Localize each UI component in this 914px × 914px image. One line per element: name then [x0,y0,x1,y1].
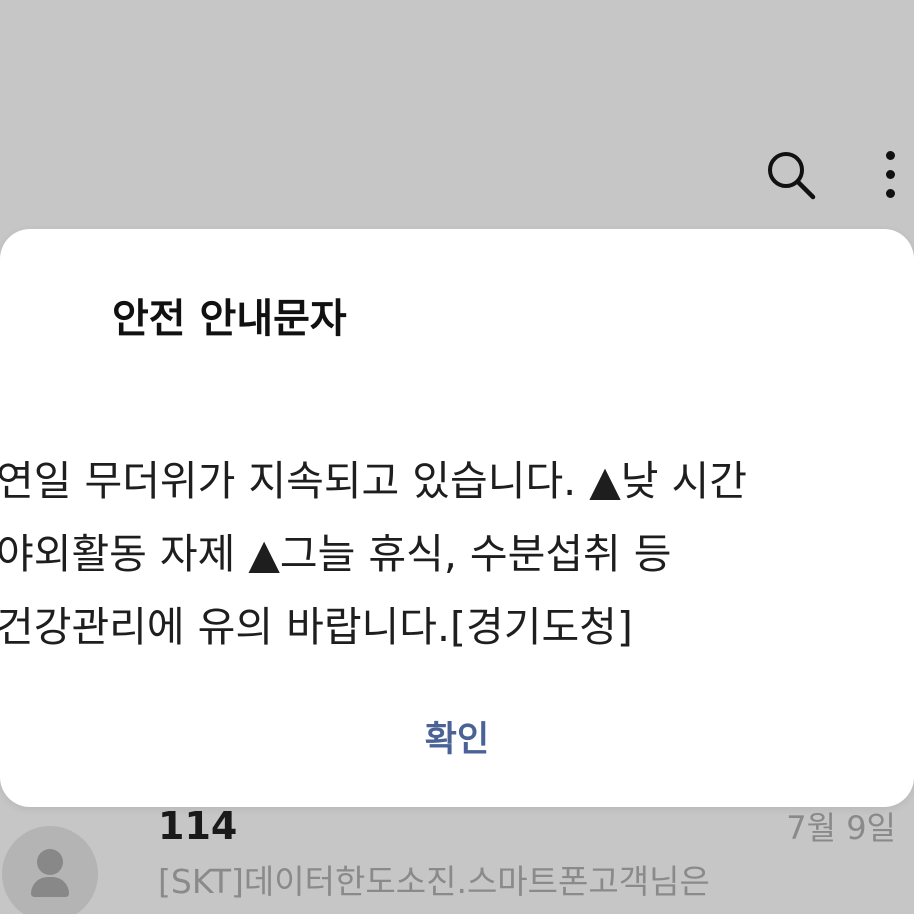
person-icon [37,849,63,875]
confirm-button[interactable]: 확인 [357,705,557,775]
dialog-message-line: 건강관리에 유의 바랍니다.[경기도청] [0,603,633,651]
conversation-preview: [SKT]데이터한도소진.스마트폰고객님은 [158,862,710,901]
more-vertical-icon [886,170,895,179]
avatar [2,826,98,914]
safety-alert-dialog: 안전 안내문자 연일 무더위가 지속되고 있습니다. ▲낮 시간 야외활동 자제… [0,229,914,807]
search-button[interactable] [760,144,822,206]
person-icon-body [31,877,69,897]
dialog-message-line: 연일 무더위가 지속되고 있습니다. ▲낮 시간 [0,457,747,505]
search-icon [768,152,816,200]
messages-screen: 114 7월 9일 [SKT]데이터한도소진.스마트폰고객님은 안전 안내문자 … [0,0,914,914]
more-options-button[interactable] [868,144,914,206]
dialog-message-line: 야외활동 자제 ▲그늘 휴식, 수분섭취 등 [0,530,672,578]
dialog-message: 연일 무더위가 지속되고 있습니다. ▲낮 시간 야외활동 자제 ▲그늘 휴식,… [0,445,914,664]
dialog-title: 안전 안내문자 [112,296,347,342]
more-vertical-icon [886,151,895,160]
conversation-sender: 114 [158,804,238,848]
more-vertical-icon [886,189,895,198]
conversation-date: 7월 9일 [786,809,896,847]
